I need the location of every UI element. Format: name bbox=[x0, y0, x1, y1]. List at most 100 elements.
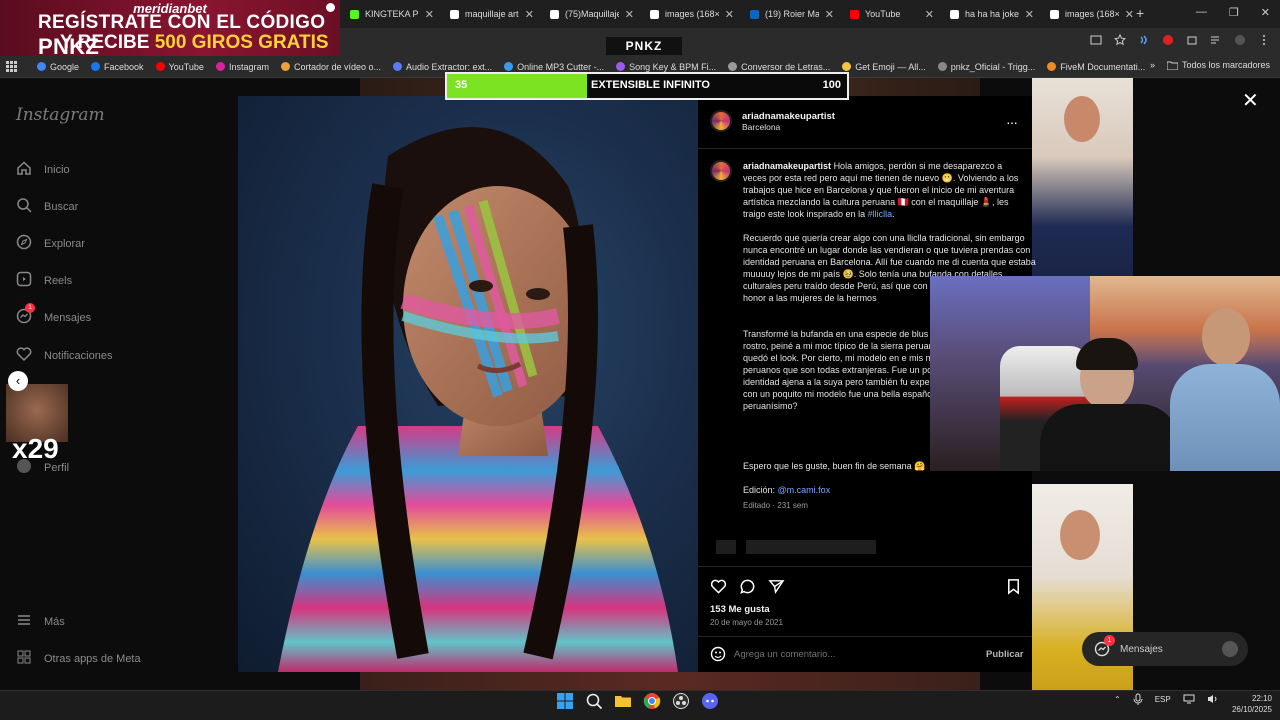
discord-icon[interactable] bbox=[701, 692, 719, 710]
puzzle-icon[interactable] bbox=[1186, 34, 1198, 46]
sidebar-item-explorar[interactable]: Explorar bbox=[16, 234, 85, 253]
extension-red-icon[interactable] bbox=[1162, 34, 1174, 46]
sidebar-item-buscar[interactable]: Buscar bbox=[16, 197, 78, 216]
browser-tab[interactable]: YouTube ✕ bbox=[840, 0, 940, 28]
browser-tab[interactable]: (19) Roier Mall ✕ bbox=[740, 0, 840, 28]
post-username[interactable]: ariadnamakeupartist bbox=[742, 111, 835, 122]
system-clock[interactable]: 22:10 26/10/2025 bbox=[1232, 693, 1272, 715]
comment-icon[interactable] bbox=[739, 578, 756, 595]
install-icon[interactable] bbox=[1090, 34, 1102, 46]
close-tab-icon[interactable]: ✕ bbox=[1125, 8, 1134, 21]
sidebar-item-inicio[interactable]: Inicio bbox=[16, 160, 70, 179]
browser-tab[interactable]: ha ha ha joker ✕ bbox=[940, 0, 1040, 28]
bookmark-label: FiveM Documentati... bbox=[1060, 61, 1146, 72]
bookmark-label: Online MP3 Cutter -... bbox=[517, 61, 605, 72]
more-options-icon[interactable]: ··· bbox=[1006, 114, 1018, 130]
compass-icon bbox=[16, 234, 32, 253]
bookmarks-folder[interactable]: Todos los marcadores bbox=[1166, 60, 1270, 70]
bookmark-item[interactable]: Get Emoji — All... bbox=[842, 62, 926, 72]
bookmark-item[interactable]: Audio Extractor: ext... bbox=[393, 62, 492, 72]
sidebar-item-notificaciones[interactable]: Notificaciones bbox=[16, 346, 112, 365]
file-explorer-icon[interactable] bbox=[614, 692, 632, 710]
comment-input[interactable] bbox=[734, 645, 964, 663]
kebab-menu-icon[interactable] bbox=[1258, 34, 1270, 46]
extension-wave-icon[interactable] bbox=[1138, 34, 1150, 46]
language-indicator[interactable]: ESP bbox=[1155, 695, 1171, 704]
sticker-counter: x29 bbox=[12, 433, 59, 464]
obs-icon[interactable] bbox=[672, 692, 690, 710]
browser-tab[interactable]: maquillaje artí ✕ bbox=[440, 0, 540, 28]
chevron-up-icon[interactable]: ⌃ bbox=[1114, 695, 1121, 704]
avatar[interactable] bbox=[710, 160, 732, 182]
close-icon[interactable] bbox=[326, 3, 335, 12]
publish-button[interactable]: Publicar bbox=[986, 649, 1024, 660]
star-icon[interactable] bbox=[1114, 34, 1126, 46]
post-header: ariadnamakeupartist Barcelona bbox=[710, 110, 835, 132]
browser-tab[interactable]: images (168×3 ✕ bbox=[1040, 0, 1140, 28]
chrome-icon[interactable] bbox=[643, 692, 661, 710]
close-tab-icon[interactable]: ✕ bbox=[1025, 8, 1034, 21]
bookmark-favicon-icon bbox=[1047, 62, 1057, 71]
chevron-right-icon[interactable]: » bbox=[1150, 60, 1155, 70]
tab-label: maquillaje artí bbox=[465, 9, 519, 19]
tab-label: YouTube bbox=[865, 9, 901, 19]
browser-tab[interactable]: KINGTEKA PER ✕ bbox=[340, 0, 440, 28]
messages-label: Mensajes bbox=[1120, 643, 1163, 655]
bookmark-item[interactable]: Instagram bbox=[215, 62, 269, 72]
close-icon[interactable]: ✕ bbox=[1242, 88, 1259, 113]
browser-tab[interactable]: (75)Maquillaje ✕ bbox=[540, 0, 640, 28]
messenger-icon: 1 bbox=[16, 303, 35, 327]
divider bbox=[698, 148, 1032, 149]
heart-icon[interactable] bbox=[710, 578, 727, 595]
microphone-icon[interactable] bbox=[1133, 693, 1143, 705]
close-tab-icon[interactable]: ✕ bbox=[725, 8, 734, 21]
bookmark-label: Cortador de vídeo o... bbox=[293, 61, 382, 72]
bookmark-item[interactable]: Online MP3 Cutter -... bbox=[504, 62, 604, 72]
tab-label: KINGTEKA PER bbox=[365, 9, 419, 19]
mention-link[interactable]: @m.cami.fox bbox=[778, 485, 831, 495]
messages-pill[interactable]: 1 Mensajes bbox=[1082, 632, 1248, 666]
minimize-icon[interactable]: — bbox=[1196, 6, 1207, 19]
close-tab-icon[interactable]: ✕ bbox=[525, 8, 534, 21]
likes-count[interactable]: 153 Me gusta bbox=[710, 604, 770, 615]
media-icon[interactable] bbox=[1210, 34, 1222, 46]
close-window-icon[interactable]: ✕ bbox=[1261, 6, 1270, 19]
bookmark-item[interactable]: YouTube bbox=[155, 62, 204, 72]
bookmark-icon[interactable] bbox=[1005, 578, 1022, 595]
sidebar-item-reels[interactable]: Reels bbox=[16, 271, 72, 290]
restore-icon[interactable]: ❐ bbox=[1229, 6, 1239, 19]
profile-avatar-icon[interactable] bbox=[1234, 34, 1246, 46]
share-icon[interactable] bbox=[768, 578, 785, 595]
bookmark-favicon-icon bbox=[155, 62, 165, 71]
emoji-icon[interactable] bbox=[710, 646, 726, 662]
close-tab-icon[interactable]: ✕ bbox=[425, 8, 434, 21]
sidebar-item-otras-apps-de-meta[interactable]: Otras apps de Meta bbox=[16, 649, 141, 668]
close-tab-icon[interactable]: ✕ bbox=[925, 8, 934, 21]
new-tab-button[interactable]: + bbox=[1136, 5, 1144, 21]
hashtag-link[interactable]: #lliclla bbox=[868, 209, 893, 219]
close-tab-icon[interactable]: ✕ bbox=[825, 8, 834, 21]
message-avatar bbox=[1222, 641, 1238, 657]
browser-tab[interactable]: images (168×3 ✕ bbox=[640, 0, 740, 28]
bookmark-item[interactable]: Cortador de vídeo o... bbox=[280, 61, 382, 72]
bookmark-item[interactable]: Google bbox=[37, 62, 79, 72]
home-icon bbox=[16, 160, 32, 179]
post-image[interactable] bbox=[238, 96, 698, 672]
bookmark-item[interactable]: Facebook bbox=[91, 62, 144, 72]
network-icon[interactable] bbox=[1183, 694, 1195, 704]
sidebar-item-mensajes[interactable]: 1 Mensajes bbox=[16, 303, 91, 327]
bookmark-item[interactable]: Conversor de Letras... bbox=[728, 62, 830, 72]
bookmark-item[interactable]: pnkz_Oficial - Trigg... bbox=[937, 62, 1035, 72]
post-location[interactable]: Barcelona bbox=[742, 122, 835, 132]
search-icon[interactable] bbox=[585, 692, 603, 710]
bookmark-item[interactable]: FiveM Documentati... bbox=[1047, 62, 1145, 72]
sidebar-item-m-s[interactable]: Más bbox=[16, 612, 65, 631]
bookmark-item[interactable]: Song Key & BPM Fi... bbox=[616, 62, 716, 72]
avatar[interactable] bbox=[710, 110, 732, 132]
close-tab-icon[interactable]: ✕ bbox=[625, 8, 634, 21]
volume-icon[interactable] bbox=[1207, 694, 1219, 704]
system-tray: ⌃ ESP bbox=[1114, 693, 1219, 705]
apps-grid-icon[interactable] bbox=[6, 61, 17, 72]
chevron-left-icon[interactable]: ‹ bbox=[8, 371, 28, 391]
windows-start-icon[interactable] bbox=[556, 692, 574, 710]
